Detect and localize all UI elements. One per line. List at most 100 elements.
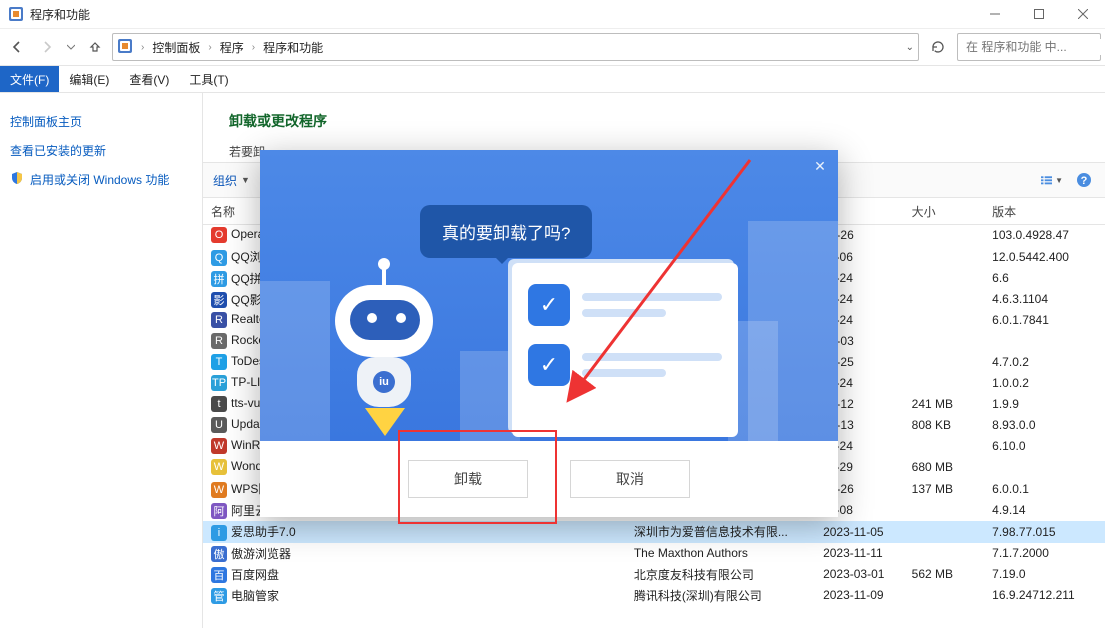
recent-dropdown[interactable] [64, 34, 78, 60]
chevron-down-icon: ▼ [1055, 176, 1063, 185]
program-icon: W [211, 459, 227, 475]
dialog-question: 真的要卸载了吗? [420, 205, 592, 258]
app-badge-icon: iu [373, 371, 395, 393]
program-version: 8.93.0.0 [984, 415, 1105, 436]
titlebar: 程序和功能 [0, 0, 1105, 29]
menu-file[interactable]: 文件(F) [0, 66, 59, 92]
sidebar-item-label: 查看已安装的更新 [10, 142, 106, 159]
program-version: 6.6 [984, 268, 1105, 289]
menu-view[interactable]: 查看(V) [119, 66, 179, 92]
dialog-footer: 卸载 取消 [260, 441, 838, 517]
window-maximize-button[interactable] [1017, 0, 1061, 28]
table-row[interactable]: i 爱思助手7.0 深圳市为爱普信息技术有限...2023-11-05 7.98.77… [203, 521, 1105, 543]
breadcrumb-seg-1[interactable]: 程序 [220, 39, 244, 56]
col-size[interactable]: 大小 [904, 198, 985, 225]
program-size [904, 585, 985, 606]
program-version: 7.1.7.2000 [984, 543, 1105, 564]
breadcrumb-seg-0[interactable]: 控制面板 [152, 39, 200, 56]
program-version: 103.0.4928.47 [984, 225, 1105, 246]
uninstall-dialog: 真的要卸载了吗? iu ✓ ✓ ✕ 卸载 取消 [260, 150, 838, 517]
nav-row: › 控制面板 › 程序 › 程序和功能 ⌄ [0, 29, 1105, 66]
col-version[interactable]: 版本 [984, 198, 1105, 225]
program-version: 6.0.0.1 [984, 478, 1105, 500]
organize-label: 组织 [213, 172, 237, 189]
program-version: 12.0.5442.400 [984, 246, 1105, 268]
forward-button[interactable] [34, 34, 60, 60]
program-publisher: The Maxthon Authors [626, 543, 815, 564]
program-date: 2023-11-11 [815, 543, 904, 564]
program-size [904, 500, 985, 521]
program-icon: t [211, 396, 227, 412]
chevron-down-icon: ▼ [241, 175, 250, 185]
program-version [984, 457, 1105, 478]
dialog-close-button[interactable]: ✕ [810, 156, 830, 176]
program-icon: U [211, 417, 227, 433]
cancel-button[interactable]: 取消 [570, 460, 690, 498]
help-button[interactable]: ? [1073, 169, 1095, 191]
chevron-right-icon: › [141, 42, 144, 53]
program-size [904, 521, 985, 543]
program-date: 2023-03-01 [815, 564, 904, 585]
program-size [904, 268, 985, 289]
organize-button[interactable]: 组织 ▼ [213, 172, 250, 189]
sidebar-item-features[interactable]: 启用或关闭 Windows 功能 [10, 165, 192, 194]
program-icon: O [211, 227, 227, 243]
sidebar-item-home[interactable]: 控制面板主页 [10, 107, 192, 136]
program-version: 16.9.24712.211 [984, 585, 1105, 606]
program-version: 6.0.1.7841 [984, 310, 1105, 331]
table-row[interactable]: 管电脑管家腾讯科技(深圳)有限公司2023-11-0916.9.24712.21… [203, 585, 1105, 606]
program-size [904, 246, 985, 268]
program-icon: 阿 [211, 503, 227, 519]
window-close-button[interactable] [1061, 0, 1105, 28]
sidebar-item-updates[interactable]: 查看已安装的更新 [10, 136, 192, 165]
program-icon: 拼 [211, 271, 227, 287]
program-name: 电脑管家 [231, 589, 279, 603]
program-version: 6.10.0 [984, 436, 1105, 457]
app-icon [8, 6, 24, 22]
table-row[interactable]: 百百度网盘北京度友科技有限公司2023-03-01562 MB7.19.0 [203, 564, 1105, 585]
program-publisher: 深圳市为爱普信息技术有限... [626, 521, 815, 543]
menu-edit[interactable]: 编辑(E) [59, 66, 119, 92]
program-icon: TP [211, 375, 227, 391]
program-version: 4.9.14 [984, 500, 1105, 521]
program-size: 241 MB [904, 394, 985, 415]
program-icon: i [211, 525, 227, 541]
program-name: 百度网盘 [231, 568, 279, 582]
program-name: 爱思助手7.0 [231, 525, 296, 539]
table-row[interactable]: 傲傲游浏览器The Maxthon Authors2023-11-117.1.7… [203, 543, 1105, 564]
window-title: 程序和功能 [30, 6, 90, 23]
program-size: 808 KB [904, 415, 985, 436]
chevron-right-icon: › [208, 42, 211, 53]
program-name: 傲游浏览器 [231, 547, 291, 561]
window-minimize-button[interactable] [973, 0, 1017, 28]
program-size [904, 225, 985, 246]
breadcrumb-seg-2[interactable]: 程序和功能 [263, 39, 323, 56]
sidebar-item-label: 启用或关闭 Windows 功能 [30, 171, 169, 188]
program-version: 7.98.77.015 [984, 521, 1105, 543]
page-title: 卸载或更改程序 [229, 111, 1079, 131]
program-size: 137 MB [904, 478, 985, 500]
program-size: 562 MB [904, 564, 985, 585]
program-size [904, 310, 985, 331]
up-button[interactable] [82, 34, 108, 60]
program-size [904, 373, 985, 394]
program-icon: 百 [211, 567, 227, 583]
program-icon: 影 [211, 292, 227, 308]
program-size [904, 436, 985, 457]
program-version: 4.7.0.2 [984, 352, 1105, 373]
program-icon: 管 [211, 588, 227, 604]
search-box[interactable] [957, 33, 1101, 61]
address-dropdown[interactable]: ⌄ [906, 42, 914, 53]
program-publisher: 腾讯科技(深圳)有限公司 [626, 585, 815, 606]
chevron-right-icon: › [252, 42, 255, 53]
program-date: 2023-11-05 [815, 521, 904, 543]
search-input[interactable] [964, 39, 1105, 55]
back-button[interactable] [4, 34, 30, 60]
refresh-button[interactable] [923, 32, 953, 62]
program-publisher: 北京度友科技有限公司 [626, 564, 815, 585]
view-button[interactable]: ▼ [1041, 169, 1063, 191]
program-version: 1.0.0.2 [984, 373, 1105, 394]
uninstall-button[interactable]: 卸载 [408, 460, 528, 498]
menu-tools[interactable]: 工具(T) [179, 66, 238, 92]
address-bar[interactable]: › 控制面板 › 程序 › 程序和功能 ⌄ [112, 33, 919, 61]
